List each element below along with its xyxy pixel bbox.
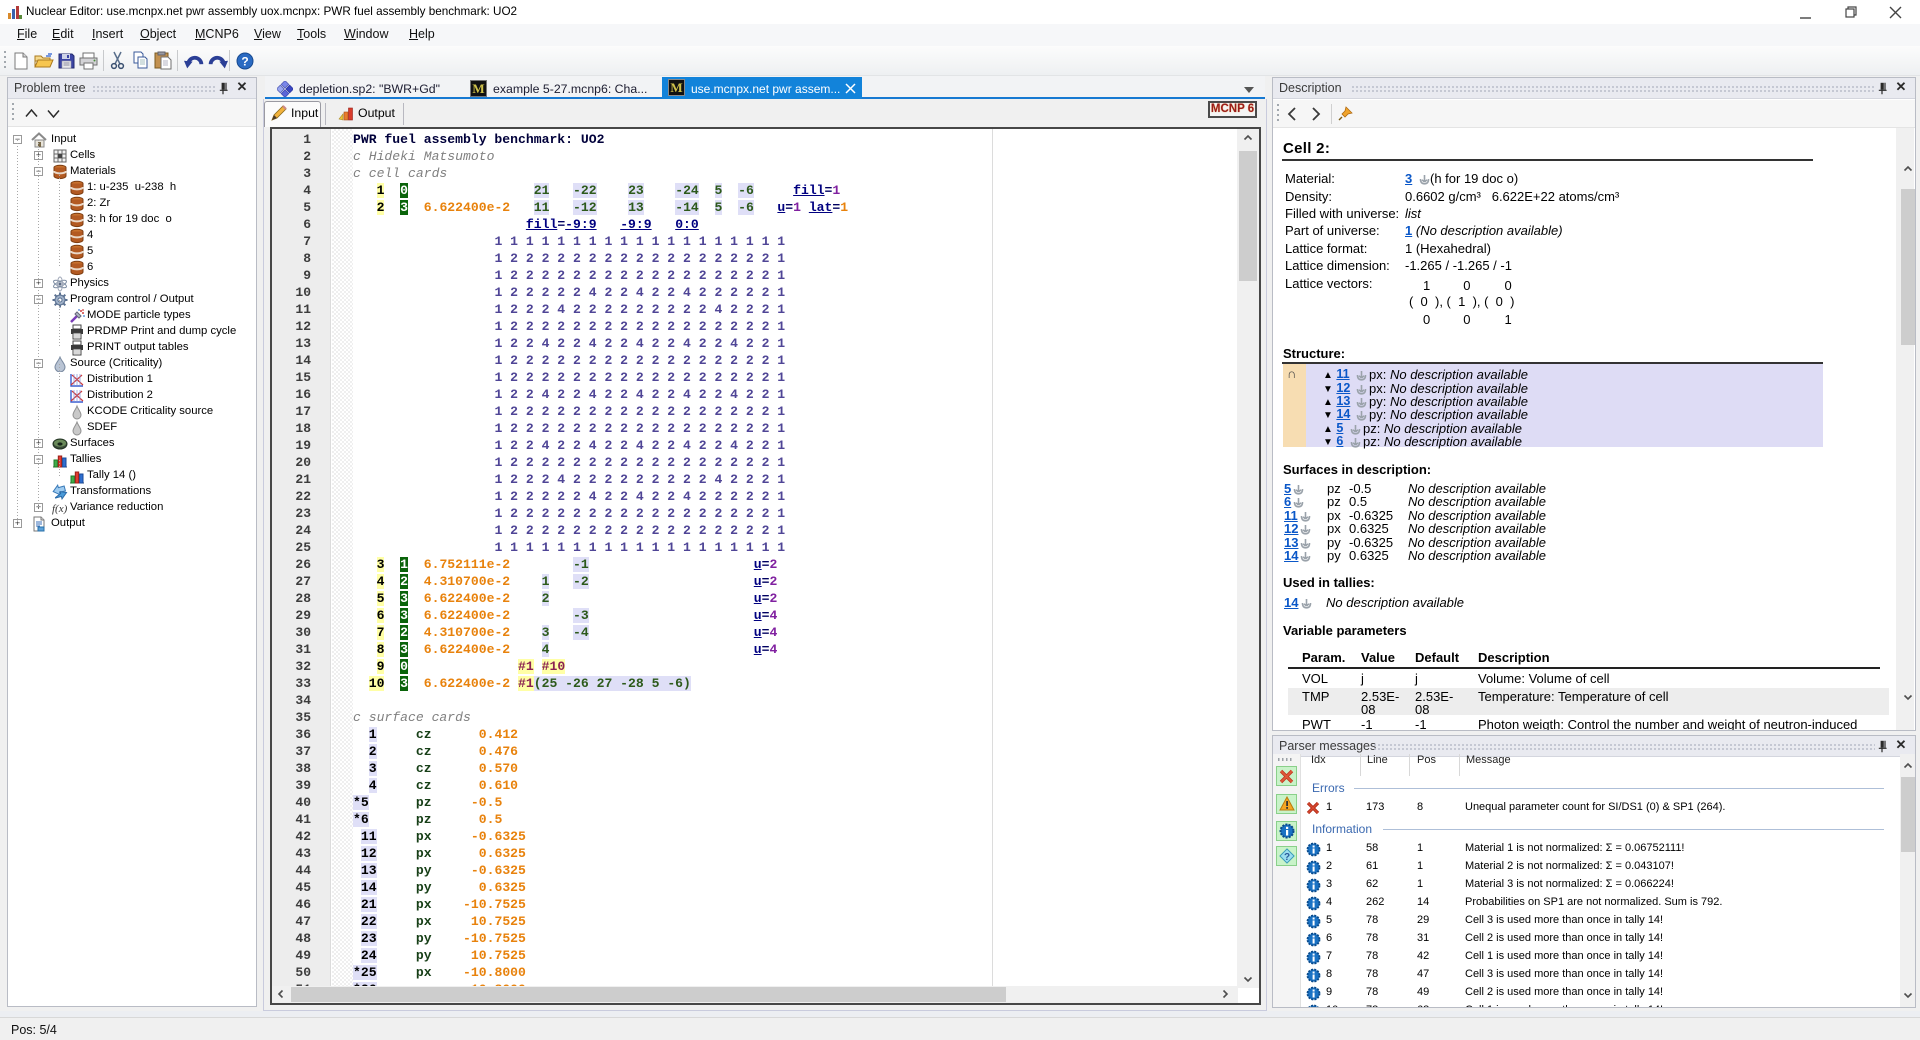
svg-text:?: ? (241, 55, 248, 69)
svg-text:?: ? (1284, 852, 1290, 863)
svg-text:M: M (670, 80, 682, 95)
svg-text:f(x): f(x) (52, 503, 68, 515)
svg-text:M: M (472, 81, 484, 96)
